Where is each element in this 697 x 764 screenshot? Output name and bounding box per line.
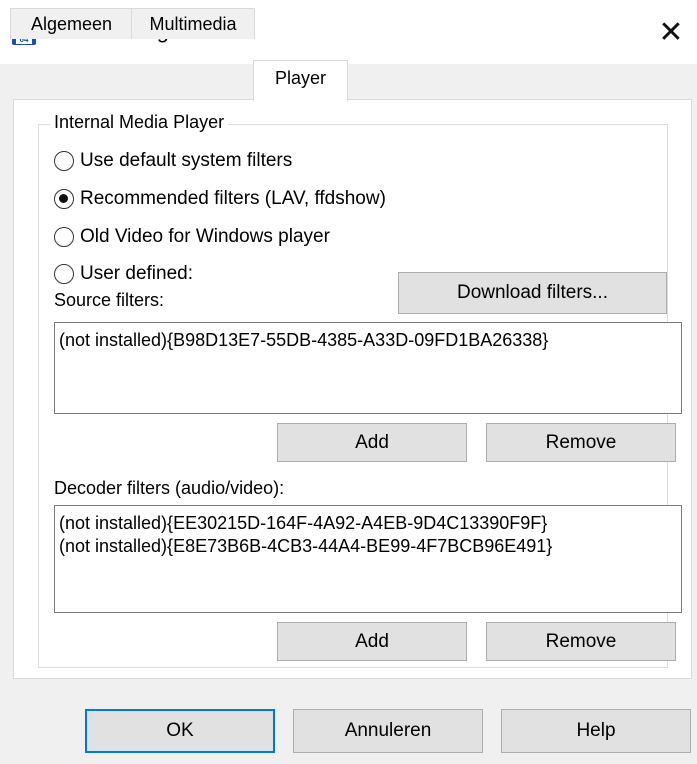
decoder-add-button[interactable]: Add: [277, 622, 467, 661]
radio-recommended-filters[interactable]: Recommended filters (LAV, ffdshow): [54, 188, 386, 210]
help-button[interactable]: Help: [501, 709, 691, 753]
tab-player[interactable]: Player: [253, 60, 348, 101]
tab-label: Multimedia: [149, 14, 237, 34]
download-filters-button[interactable]: Download filters...: [398, 272, 667, 314]
radio-label: Recommended filters (LAV, ffdshow): [80, 188, 386, 209]
close-button[interactable]: ✕: [645, 0, 697, 64]
source-filters-label: Source filters:: [54, 290, 165, 310]
ok-button[interactable]: OK: [85, 709, 275, 753]
close-icon: ✕: [658, 14, 684, 50]
list-item[interactable]: (not installed){B98D13E7-55DB-4385-A33D-…: [59, 329, 677, 352]
tab-label: Player: [274, 68, 327, 88]
cancel-button[interactable]: Annuleren: [293, 709, 483, 753]
radio-default-system-filters[interactable]: Use default system filters: [54, 150, 292, 172]
source-add-button[interactable]: Add: [277, 423, 467, 462]
radio-button[interactable]: [54, 264, 74, 284]
source-filters-list[interactable]: (not installed){B98D13E7-55DB-4385-A33D-…: [54, 322, 682, 414]
radio-button[interactable]: [54, 189, 74, 209]
source-remove-button[interactable]: Remove: [486, 423, 676, 462]
radio-label: Use default system filters: [80, 150, 293, 171]
tab-algemeen[interactable]: Algemeen: [10, 8, 133, 39]
radio-button[interactable]: [54, 227, 74, 247]
radio-button[interactable]: [54, 151, 74, 171]
radio-label: Old Video for Windows player: [80, 226, 330, 247]
decoder-filters-list[interactable]: (not installed){EE30215D-164F-4A92-A4EB-…: [54, 505, 682, 613]
radio-user-defined[interactable]: User defined:: [54, 263, 193, 285]
list-item[interactable]: (not installed){E8E73B6B-4CB3-44A4-BE99-…: [59, 535, 677, 558]
tab-label: Algemeen: [30, 14, 113, 34]
group-title: Internal Media Player: [50, 112, 229, 133]
radio-label: User defined:: [80, 263, 194, 284]
decoder-remove-button[interactable]: Remove: [486, 622, 676, 661]
tab-multimedia[interactable]: Multimedia: [131, 8, 255, 39]
list-item[interactable]: (not installed){EE30215D-164F-4A92-A4EB-…: [59, 512, 677, 535]
radio-old-video-player[interactable]: Old Video for Windows player: [54, 226, 330, 248]
tab-panel-player: Internal Media Player Use default system…: [13, 99, 692, 679]
decoder-filters-label: Decoder filters (audio/video):: [54, 478, 285, 498]
